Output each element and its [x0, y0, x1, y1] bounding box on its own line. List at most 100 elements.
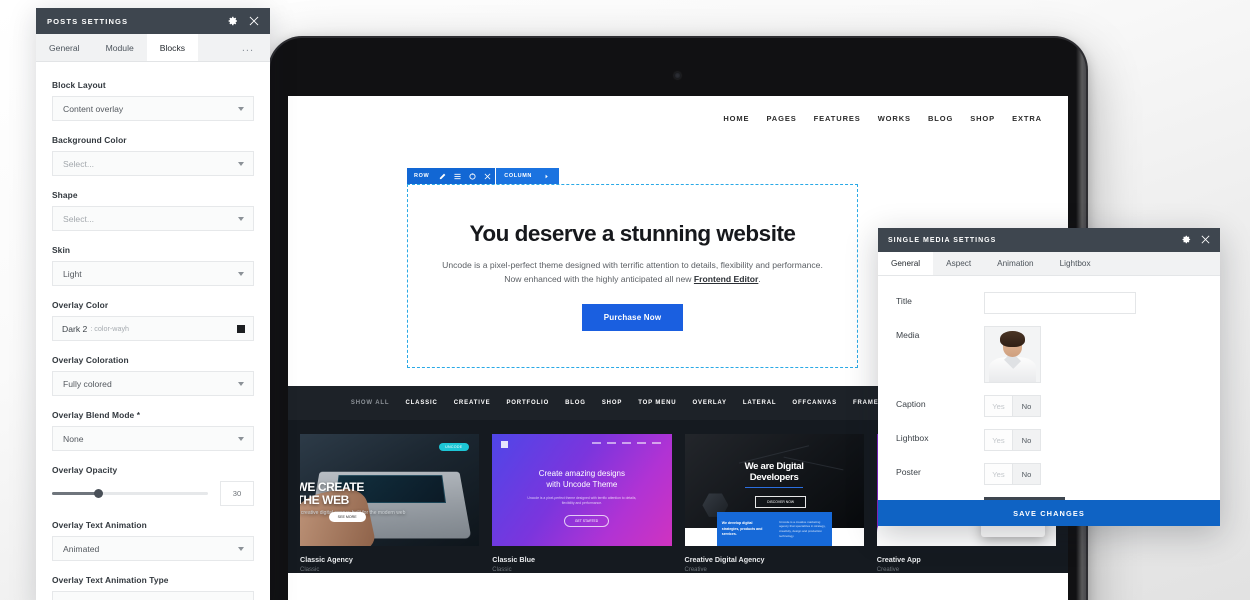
field-overlay-text-animation: Overlay Text Animation Animated [52, 520, 254, 561]
lightbox-toggle-yes[interactable]: Yes [985, 430, 1012, 450]
tab-media-animation[interactable]: Animation [984, 252, 1046, 275]
poster-toggle-yes[interactable]: Yes [985, 464, 1012, 484]
filter-lateral[interactable]: LATERAL [743, 400, 777, 406]
single-media-settings-panel: SINGLE MEDIA SETTINGS General Aspect Ani… [878, 228, 1220, 526]
close-icon[interactable] [1201, 231, 1210, 249]
filter-frame[interactable]: FRAME [853, 400, 879, 406]
thumb-title-1: WE CREATE THE WEB A creative digital age… [300, 481, 405, 516]
filter-top-menu[interactable]: TOP MENU [638, 400, 676, 406]
poster-toggle[interactable]: Yes No [984, 463, 1041, 485]
chevron-down-icon [238, 161, 244, 166]
thumb-button-1: SEE MORE [328, 512, 366, 523]
posts-settings-title: POSTS SETTINGS [47, 16, 129, 26]
select-overlay-text-animation-type[interactable]: Bottom to top [52, 591, 254, 600]
nav-item-extra[interactable]: EXTRA [1012, 114, 1042, 123]
chevron-down-icon [238, 271, 244, 276]
portfolio-thumb-3: We are Digital Developers DISCOVER NOW W… [684, 434, 864, 546]
gear-icon[interactable] [1182, 231, 1191, 249]
opacity-slider-fill [52, 492, 99, 495]
toolbar-edit-button[interactable] [435, 168, 451, 184]
portfolio-card-3[interactable]: We are Digital Developers DISCOVER NOW W… [684, 434, 864, 573]
row-media: Media [896, 326, 1202, 383]
nav-item-features[interactable]: FEATURES [814, 114, 861, 123]
opacity-value-input[interactable]: 30 [220, 481, 254, 506]
select-block-layout[interactable]: Content overlay [52, 96, 254, 121]
select-overlay-text-animation[interactable]: Animated [52, 536, 254, 561]
hero-paragraph-line2-pre: Now enhanced with the highly anticipated… [504, 273, 694, 284]
select-overlay-coloration[interactable]: Fully colored [52, 371, 254, 396]
row-poster: Poster Yes No [896, 463, 1202, 485]
title-input[interactable] [984, 292, 1136, 314]
color-swatch-icon[interactable] [237, 324, 245, 333]
toolbar-delete-button[interactable] [480, 168, 496, 184]
portfolio-caption-1: Classic Agency Classic [300, 546, 479, 573]
toolbar-list-button[interactable] [450, 168, 466, 184]
tab-module[interactable]: Module [93, 34, 147, 61]
portfolio-card-1[interactable]: UNCODE WE CREATE THE WEB A creative digi… [300, 434, 480, 573]
hero-selection-outline[interactable]: You deserve a stunning website Uncode is… [407, 184, 858, 368]
label-overlay-color: Overlay Color [52, 300, 109, 310]
save-changes-button[interactable]: SAVE CHANGES [878, 500, 1220, 526]
site-main-nav: HOME PAGES FEATURES WORKS BLOG SHOP EXTR… [723, 114, 1042, 123]
nav-item-pages[interactable]: PAGES [766, 114, 796, 123]
row-editor-toolbar[interactable]: ROW COLUMN [407, 168, 559, 184]
tab-blocks[interactable]: Blocks [146, 34, 199, 61]
poster-toggle-no[interactable]: No [1012, 464, 1040, 484]
lightbox-toggle[interactable]: Yes No [984, 429, 1041, 451]
row-title: Title [896, 292, 1202, 314]
filter-offcanvas[interactable]: OFFCANVAS [792, 400, 837, 406]
media-thumbnail[interactable] [984, 326, 1041, 383]
close-icon [480, 173, 495, 180]
nav-item-home[interactable]: HOME [723, 114, 749, 123]
toolbar-clone-button[interactable] [465, 168, 481, 184]
nav-item-works[interactable]: WORKS [878, 114, 911, 123]
filter-overlay[interactable]: OVERLAY [693, 400, 727, 406]
thumb-logo-icon-2 [501, 440, 509, 448]
select-overlay-blend-mode[interactable]: None [52, 426, 254, 451]
media-settings-tabs: General Aspect Animation Lightbox [878, 252, 1220, 276]
thumb-title-2-line1: Create amazing designs [538, 468, 626, 478]
select-shape[interactable]: Select... [52, 206, 254, 231]
tab-more-button[interactable]: ... [226, 34, 270, 61]
tab-media-lightbox[interactable]: Lightbox [1047, 252, 1104, 275]
filter-shop[interactable]: SHOP [602, 400, 622, 406]
thumb-blue-panel-3: We develop digital strategies, products … [716, 512, 832, 546]
portfolio-card-2[interactable]: Create amazing designs with Uncode Theme… [492, 434, 672, 573]
caption-toggle[interactable]: Yes No [984, 395, 1041, 417]
nav-item-shop[interactable]: SHOP [970, 114, 995, 123]
select-background-color[interactable]: Select... [52, 151, 254, 176]
value-overlay-text-animation: Animated [63, 543, 100, 554]
caption-toggle-no[interactable]: No [1012, 396, 1040, 416]
gear-icon[interactable] [228, 16, 238, 26]
lightbox-toggle-no[interactable]: No [1012, 430, 1040, 450]
close-icon[interactable] [249, 16, 259, 26]
toolbar-column-button[interactable]: COLUMN [496, 168, 559, 184]
chevron-down-icon [238, 436, 244, 441]
caption-toggle-yes[interactable]: Yes [985, 396, 1012, 416]
portfolio-caption-3: Creative Digital Agency Creative [685, 546, 864, 573]
opacity-slider-handle[interactable] [94, 489, 104, 498]
select-skin[interactable]: Light [52, 261, 254, 286]
caption-title-2: Classic Blue [492, 555, 535, 564]
label-media: Media [896, 330, 920, 340]
filter-creative[interactable]: CREATIVE [454, 400, 491, 406]
tab-general[interactable]: General [36, 34, 93, 61]
label-overlay-text-animation: Overlay Text Animation [52, 520, 147, 530]
select-overlay-color[interactable]: Dark 2 : color-wayh [52, 316, 254, 341]
filter-blog[interactable]: BLOG [565, 400, 586, 406]
nav-item-blog[interactable]: BLOG [928, 114, 953, 123]
thumb-button-2: GET STARTED [563, 514, 610, 527]
thumb-sub-2: Uncode is a pixel-perfect theme designed… [527, 495, 637, 506]
chevron-down-icon [238, 546, 244, 551]
purchase-now-button[interactable]: Purchase Now [581, 304, 684, 332]
filter-show-all[interactable]: SHOW ALL [351, 400, 390, 406]
frontend-editor-link[interactable]: Frontend Editor [694, 274, 758, 284]
filter-portfolio[interactable]: PORTFOLIO [506, 400, 549, 406]
filter-classic[interactable]: CLASSIC [405, 400, 437, 406]
opacity-slider[interactable] [52, 489, 208, 498]
tab-media-general[interactable]: General [878, 252, 934, 275]
posts-settings-header: POSTS SETTINGS [36, 8, 270, 34]
field-shape: Shape Select... [52, 190, 254, 231]
tablet-camera-icon [674, 72, 681, 79]
tab-media-aspect[interactable]: Aspect [933, 252, 984, 275]
